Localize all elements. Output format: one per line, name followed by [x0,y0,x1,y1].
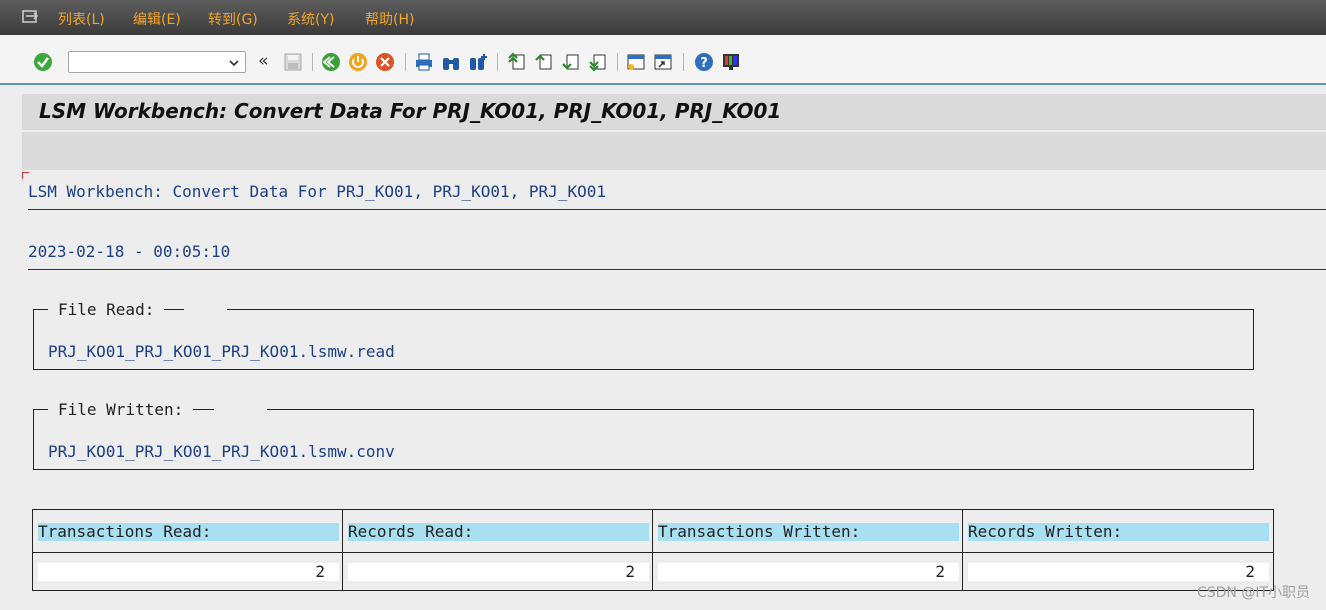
collapse-icon[interactable]: « [258,51,268,71]
timestamp: 2023-02-18 - 00:05:10 [28,242,231,261]
statistics-table: Transactions Read: 2 Records Read: 2 Tra… [32,509,1274,591]
back-icon[interactable] [321,52,341,72]
menu-system[interactable]: 系统(Y) [287,9,334,29]
stat-records-read: Records Read: 2 [343,510,653,590]
file-written-frame: File Written: PRJ_KO01_PRJ_KO01_PRJ_KO01… [33,400,1254,470]
toolbar-separator [405,53,406,71]
enter-check-icon[interactable] [33,52,53,72]
file-written-value: PRJ_KO01_PRJ_KO01_PRJ_KO01.lsmw.conv [48,442,395,461]
previous-page-icon[interactable] [534,52,554,72]
menu-help[interactable]: 帮助(H) [365,9,414,29]
print-icon[interactable] [414,52,434,72]
application-toolbar [22,132,1326,170]
stat-transactions-written: Transactions Written: 2 [653,510,963,590]
file-read-label: File Read: [48,300,165,319]
legend-gap [184,308,227,312]
file-written-label: File Written: [48,400,194,419]
cancel-icon[interactable] [375,52,395,72]
cursor-marker [22,172,29,179]
report-heading: LSM Workbench: Convert Data For PRJ_KO01… [28,182,606,201]
toolbar-separator [617,53,618,71]
find-icon[interactable] [441,52,461,72]
menu-bar: 列表(L) 编辑(E) 转到(G) 系统(Y) 帮助(H) [0,0,1326,35]
file-read-frame: File Read: PRJ_KO01_PRJ_KO01_PRJ_KO01.ls… [33,300,1254,370]
row-divider [343,552,652,553]
find-next-icon[interactable] [468,52,488,72]
divider [28,209,1326,210]
legend-gap [214,408,267,412]
row-divider [653,552,962,553]
watermark: CSDN @IT小职员 [1196,585,1310,601]
command-field[interactable] [68,51,246,73]
title-bar: LSM Workbench: Convert Data For PRJ_KO01… [22,94,1326,130]
first-page-icon[interactable] [507,52,527,72]
save-icon[interactable] [283,52,303,72]
stat-value: 2 [968,563,1269,581]
stat-label: Records Read: [348,523,649,541]
stat-label: Records Written: [968,523,1269,541]
customize-layout-icon[interactable] [721,52,741,72]
system-menu-icon[interactable] [22,9,40,23]
stat-label: Transactions Read: [38,523,339,541]
new-session-icon[interactable] [626,52,646,72]
stat-label: Transactions Written: [658,523,959,541]
stat-value: 2 [38,563,339,581]
toolbar-separator [312,53,313,71]
toolbar: « ? [0,35,1326,85]
stat-value: 2 [348,563,649,581]
toolbar-separator [497,53,498,71]
shortcut-icon[interactable] [653,52,673,72]
command-input[interactable] [73,53,227,73]
page-title: LSM Workbench: Convert Data For PRJ_KO01… [39,99,782,123]
help-icon[interactable]: ? [694,52,714,72]
menu-list[interactable]: 列表(L) [58,9,105,29]
stat-transactions-read: Transactions Read: 2 [33,510,343,590]
stat-value: 2 [658,563,959,581]
toolbar-separator [683,53,684,71]
menu-edit[interactable]: 编辑(E) [133,9,181,29]
next-page-icon[interactable] [561,52,581,72]
svg-text:?: ? [700,56,708,71]
last-page-icon[interactable] [588,52,608,72]
file-read-value: PRJ_KO01_PRJ_KO01_PRJ_KO01.lsmw.read [48,342,395,361]
row-divider [963,552,1273,553]
menu-goto[interactable]: 转到(G) [208,9,258,29]
stat-records-written: Records Written: 2 [963,510,1273,590]
exit-icon[interactable] [348,52,368,72]
row-divider [33,552,342,553]
chevron-down-icon[interactable] [227,55,241,69]
divider [28,269,1326,270]
